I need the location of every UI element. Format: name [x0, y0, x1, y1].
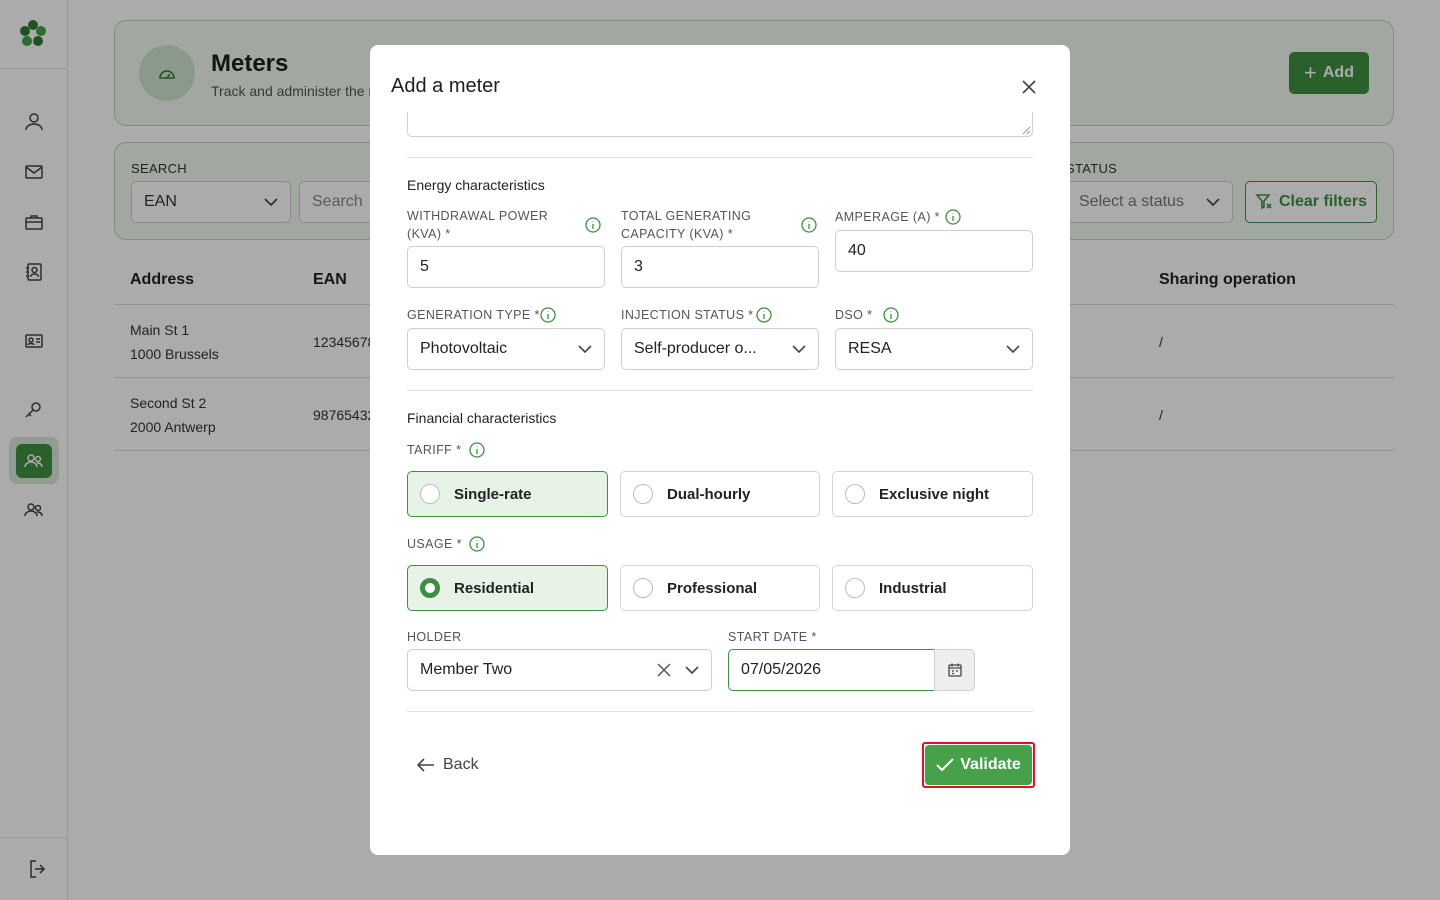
- dso-label: DSO *: [835, 308, 873, 322]
- generating-capacity-value: 3: [634, 258, 643, 275]
- injection-status-label: INJECTION STATUS *: [621, 308, 754, 322]
- usage-label: USAGE *: [407, 537, 462, 551]
- chevron-down-icon: [1006, 345, 1020, 353]
- generation-type-value: Photovoltaic: [420, 340, 508, 357]
- financial-section-title: Financial characteristics: [407, 410, 557, 426]
- info-icon[interactable]: [585, 217, 601, 233]
- validate-label: Validate: [960, 756, 1021, 773]
- usage-option-label: Residential: [454, 579, 535, 597]
- start-date-value: 07/05/2026: [741, 661, 822, 678]
- section-divider: [407, 157, 1033, 158]
- generation-type-select[interactable]: Photovoltaic: [407, 328, 605, 370]
- amperage-label: AMPERAGE (A) *: [835, 210, 940, 224]
- amperage-input[interactable]: 40: [835, 230, 1033, 272]
- tariff-option-label: Dual-hourly: [667, 485, 751, 503]
- dso-value: RESA: [848, 340, 892, 357]
- tariff-option-label: Exclusive night: [879, 485, 990, 503]
- clear-icon[interactable]: [657, 663, 671, 677]
- check-icon: [936, 758, 954, 772]
- injection-status-value: Self-producer o...: [634, 340, 757, 357]
- validate-button-highlight: Validate: [922, 742, 1035, 788]
- generating-capacity-label-line1: TOTAL GENERATING: [621, 209, 752, 223]
- usage-option-residential[interactable]: Residential: [407, 565, 608, 611]
- info-icon[interactable]: [883, 307, 899, 323]
- injection-status-select[interactable]: Self-producer o...: [621, 328, 819, 370]
- dso-select[interactable]: RESA: [835, 328, 1033, 370]
- tariff-option-single-rate[interactable]: Single-rate: [407, 471, 608, 517]
- tariff-option-label: Single-rate: [454, 485, 532, 503]
- validate-button[interactable]: Validate: [925, 745, 1032, 785]
- info-icon[interactable]: [945, 209, 961, 225]
- start-date-input[interactable]: 07/05/2026: [728, 649, 935, 691]
- withdrawal-power-label: WITHDRAWAL POWER (KVA) *: [407, 207, 548, 243]
- tariff-label: TARIFF *: [407, 443, 462, 457]
- back-button[interactable]: Back: [417, 750, 479, 780]
- chevron-down-icon: [685, 666, 699, 674]
- generating-capacity-label-line2: CAPACITY (KVA) *: [621, 227, 733, 241]
- withdrawal-power-label-line2: (KVA) *: [407, 227, 451, 241]
- radio-button[interactable]: [633, 484, 653, 504]
- info-icon[interactable]: [756, 307, 772, 323]
- back-label: Back: [443, 756, 479, 773]
- withdrawal-power-value: 5: [420, 258, 429, 275]
- holder-value: Member Two: [420, 661, 513, 678]
- calendar-icon[interactable]: [934, 649, 975, 691]
- radio-button[interactable]: [633, 578, 653, 598]
- tariff-option-exclusive-night[interactable]: Exclusive night: [832, 471, 1033, 517]
- section-divider: [407, 390, 1033, 391]
- usage-option-professional[interactable]: Professional: [620, 565, 820, 611]
- radio-button[interactable]: [845, 578, 865, 598]
- chevron-down-icon: [792, 345, 806, 353]
- resize-handle-icon[interactable]: [1022, 126, 1031, 135]
- info-icon[interactable]: [801, 217, 817, 233]
- generating-capacity-label: TOTAL GENERATING CAPACITY (KVA) *: [621, 207, 751, 243]
- info-icon[interactable]: [540, 307, 556, 323]
- description-textarea[interactable]: [407, 112, 1033, 137]
- usage-option-label: Professional: [667, 579, 758, 597]
- withdrawal-power-label-line1: WITHDRAWAL POWER: [407, 209, 549, 223]
- info-icon[interactable]: [469, 536, 485, 552]
- generation-type-label: GENERATION TYPE *: [407, 308, 540, 322]
- generating-capacity-input[interactable]: 3: [621, 246, 819, 288]
- section-divider: [407, 711, 1033, 712]
- usage-option-industrial[interactable]: Industrial: [832, 565, 1033, 611]
- usage-option-label: Industrial: [879, 579, 947, 597]
- radio-button-checked[interactable]: [420, 578, 440, 598]
- info-icon[interactable]: [469, 442, 485, 458]
- withdrawal-power-input[interactable]: 5: [407, 246, 605, 288]
- tariff-option-dual-hourly[interactable]: Dual-hourly: [620, 471, 820, 517]
- close-icon[interactable]: [1017, 75, 1041, 99]
- energy-section-title: Energy characteristics: [407, 177, 545, 193]
- start-date-label: START DATE *: [728, 630, 817, 644]
- dialog-title: Add a meter: [391, 75, 500, 97]
- holder-label: HOLDER: [407, 630, 462, 644]
- arrow-left-icon: [417, 758, 434, 772]
- radio-button[interactable]: [845, 484, 865, 504]
- amperage-value: 40: [848, 242, 866, 259]
- add-meter-dialog: Add a meter Energy characteristics WITHD…: [370, 45, 1070, 855]
- radio-button[interactable]: [420, 484, 440, 504]
- holder-select[interactable]: Member Two: [407, 649, 712, 691]
- chevron-down-icon: [578, 345, 592, 353]
